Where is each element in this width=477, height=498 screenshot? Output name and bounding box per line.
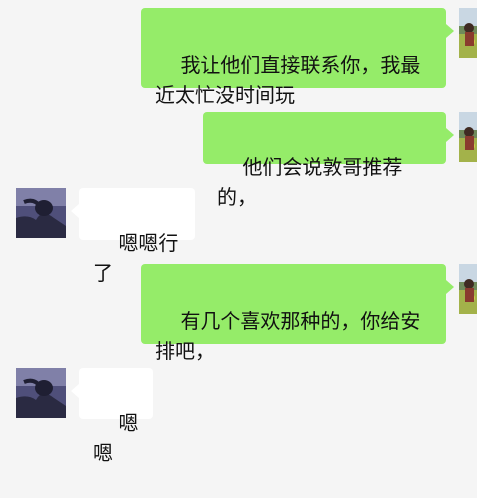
message-text: 我让他们直接联系你，我最近太忙没时间玩	[155, 53, 421, 107]
outgoing-message-bubble[interactable]: 他们会说敦哥推荐的，	[203, 112, 454, 209]
self-avatar[interactable]	[459, 8, 477, 58]
self-avatar[interactable]	[459, 264, 477, 314]
incoming-message-bubble[interactable]: 嗯嗯行了	[71, 188, 195, 285]
contact-avatar[interactable]	[16, 188, 66, 238]
contact-avatar[interactable]	[16, 368, 66, 418]
outgoing-message-bubble[interactable]: 我让他们直接联系你，我最近太忙没时间玩	[141, 8, 454, 107]
message-text: 有几个喜欢那种的，你给安排吧，	[155, 309, 421, 363]
outgoing-message-bubble[interactable]: 有几个喜欢那种的，你给安排吧，	[141, 264, 454, 363]
message-text: 他们会说敦哥推荐的，	[217, 155, 403, 209]
message-text: 嗯嗯	[93, 411, 139, 465]
self-avatar[interactable]	[459, 112, 477, 162]
chat-message-list[interactable]: 我让他们直接联系你，我最近太忙没时间玩 他们会说敦哥推荐的， 嗯嗯行了 有几个喜…	[0, 0, 477, 465]
incoming-message-bubble[interactable]: 嗯嗯	[71, 368, 153, 465]
